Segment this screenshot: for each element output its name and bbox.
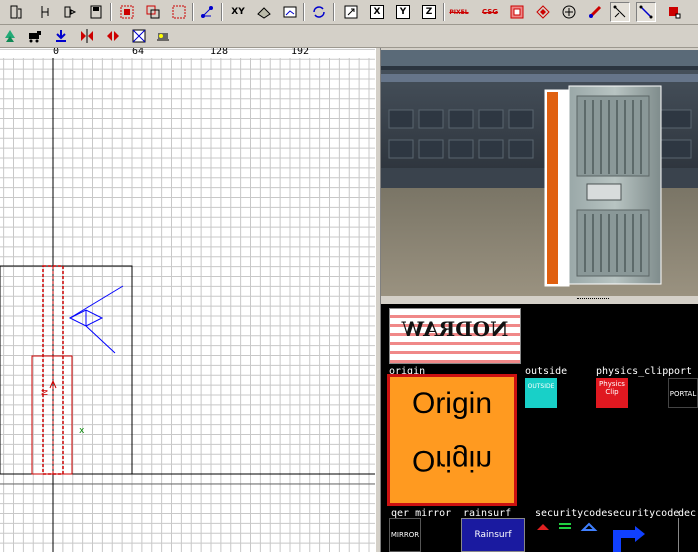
camera-mode-icon[interactable] <box>153 26 173 46</box>
file-open-icon[interactable] <box>6 2 26 22</box>
rainsurf-text: Rainsurf <box>474 530 512 540</box>
qer-mirror-text: MIRROR <box>390 531 420 539</box>
select-inside-icon[interactable] <box>143 2 163 22</box>
texture-physics-clip[interactable]: Physics Clip <box>596 378 628 408</box>
csg-icon[interactable]: CSG <box>480 2 500 22</box>
refresh-icon[interactable] <box>309 2 329 22</box>
origin-text-top: Origin <box>411 387 493 420</box>
grid-canvas[interactable] <box>0 48 375 552</box>
main-toolbar: XY X Y Z PIXEL CSG <box>0 0 698 25</box>
texture-label-portal: port <box>668 366 693 377</box>
texture-origin[interactable]: Origin Origin <box>387 374 517 506</box>
nodraw-text: NODRAW <box>401 317 509 341</box>
texture-qer-mirror[interactable]: MIRROR <box>389 518 421 552</box>
file-new-icon[interactable] <box>35 2 55 22</box>
texture-nodraw[interactable]: NODRAW <box>389 308 521 364</box>
entity-label: N <box>40 389 50 396</box>
outside-text: OUTSIDE <box>527 383 555 390</box>
texture-outside[interactable]: OUTSIDE <box>525 378 557 408</box>
drop-icon[interactable] <box>51 26 71 46</box>
axis-y-button[interactable]: Y <box>393 2 413 22</box>
portal-text: PORTAL <box>669 390 697 398</box>
flip-y-icon[interactable] <box>103 26 123 46</box>
entity-tree-icon[interactable] <box>0 26 20 46</box>
origin-marker: x <box>79 426 85 436</box>
select-box-icon[interactable] <box>117 2 137 22</box>
texture-label-physics-clip: physics_clip <box>596 366 669 377</box>
security-arrow <box>613 526 645 552</box>
grid-view-2d[interactable]: 0 64 128 192 N x <box>0 48 375 552</box>
camera-render <box>381 50 698 296</box>
texture-tool-icon[interactable] <box>254 2 274 22</box>
texture-securitycode-2[interactable] <box>607 518 669 552</box>
select-touching-icon[interactable] <box>169 2 189 22</box>
crosshair-icon[interactable] <box>341 2 361 22</box>
horizontal-splitter[interactable] <box>381 296 698 304</box>
patch-bend-icon[interactable] <box>585 2 605 22</box>
hollow-icon[interactable] <box>507 2 527 22</box>
physics-clip-text: Physics Clip <box>599 380 625 396</box>
texture-securitycode[interactable] <box>535 518 599 552</box>
clipper-icon[interactable] <box>533 2 553 22</box>
texture-lock-icon[interactable] <box>129 26 149 46</box>
patch-icon[interactable] <box>559 2 579 22</box>
pixel-icon[interactable]: PIXEL <box>449 2 469 22</box>
camera-icon[interactable] <box>197 2 217 22</box>
camera-view-3d[interactable] <box>381 50 698 296</box>
coord-label: 0 <box>53 48 60 57</box>
coord-label: 64 <box>132 48 145 57</box>
texture-browser[interactable]: NODRAW origin Origin Origin outside OUTS… <box>381 304 698 552</box>
vertex-edit-icon[interactable] <box>610 2 630 22</box>
secondary-toolbar <box>0 25 698 48</box>
save-icon[interactable] <box>86 2 106 22</box>
security-symbols <box>537 522 598 531</box>
origin-text-mirrored: Origin <box>411 444 493 477</box>
coord-label: 192 <box>291 48 310 57</box>
train-icon[interactable] <box>25 26 45 46</box>
texture-partial[interactable] <box>678 518 698 552</box>
brush-icon[interactable] <box>664 2 684 22</box>
axis-z-button[interactable]: Z <box>419 2 439 22</box>
texture-rainsurf[interactable]: Rainsurf <box>461 518 525 552</box>
edge-edit-icon[interactable] <box>636 2 656 22</box>
xy-view-label[interactable]: XY <box>228 2 248 22</box>
export-icon[interactable] <box>60 2 80 22</box>
viewport-icon[interactable] <box>280 2 300 22</box>
flip-x-icon[interactable] <box>77 26 97 46</box>
coord-label: 128 <box>210 48 229 57</box>
splitter-grip[interactable] <box>577 298 609 301</box>
axis-x-button[interactable]: X <box>367 2 387 22</box>
texture-label-outside: outside <box>525 366 568 377</box>
texture-portal[interactable]: PORTAL <box>668 378 698 408</box>
